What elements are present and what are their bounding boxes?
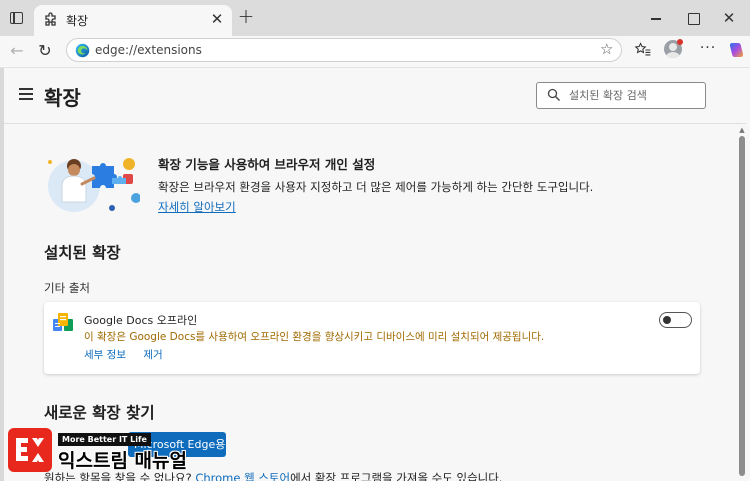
- scrollbar[interactable]: ▲: [738, 126, 746, 481]
- scroll-thumb[interactable]: [739, 136, 745, 476]
- title-bar: 확장 ✕ + ✕: [0, 0, 750, 36]
- extension-name: Google Docs 오프라인: [84, 314, 198, 327]
- new-tab-button[interactable]: +: [236, 6, 256, 27]
- address-bar[interactable]: edge://extensions ☆: [66, 38, 622, 62]
- extension-toggle[interactable]: [659, 312, 692, 328]
- tab-extensions[interactable]: 확장 ✕: [34, 5, 232, 36]
- page-header: 확장: [4, 68, 746, 124]
- favorites-icon[interactable]: [634, 41, 652, 59]
- address-text: edge://extensions: [95, 43, 202, 57]
- search-icon: [547, 88, 560, 101]
- other-sources-label: 기타 출처: [44, 281, 90, 295]
- minimize-button[interactable]: [643, 8, 669, 28]
- search-input[interactable]: [569, 87, 699, 104]
- watermark-logo: [8, 428, 52, 472]
- promo-description-text: 확장은 브라우저 환경을 사용자 지정하고 더 많은 제어를 가능하게 하는 간…: [158, 180, 594, 194]
- star-icon[interactable]: ☆: [600, 40, 613, 58]
- watermark-badge: More Better IT Life: [58, 433, 151, 446]
- watermark-logo-icon: [16, 438, 44, 462]
- watermark-brand: 익스트림 매뉴얼: [58, 450, 187, 472]
- extensions-page: 확장 ▲ 확장 기능을 사용하여 브라우저 개인 설정 확장은 브라우저 환경을…: [4, 68, 750, 481]
- tab-title: 확장: [66, 14, 89, 28]
- scroll-up-icon[interactable]: ▲: [738, 126, 746, 134]
- installed-heading: 설치된 확장: [44, 244, 121, 262]
- window-close-button[interactable]: ✕: [716, 8, 742, 28]
- promo-title: 확장 기능을 사용하여 브라우저 개인 설정: [158, 157, 376, 172]
- learn-more-link[interactable]: 자세히 알아보기: [158, 200, 236, 214]
- extensions-illustration: [48, 158, 140, 212]
- more-icon[interactable]: ···: [697, 40, 719, 62]
- extension-links: 세부 정보 제거: [84, 347, 177, 362]
- promo-description: 확장은 브라우저 환경을 사용자 지정하고 더 많은 제어를 가능하게 하는 간…: [158, 177, 598, 217]
- details-link[interactable]: 세부 정보: [84, 349, 126, 361]
- notification-dot: [677, 39, 683, 45]
- find-extensions-heading: 새로운 확장 찾기: [44, 404, 155, 422]
- extension-card: Google Docs 오프라인 이 확장은 Google Docs를 사용하여…: [44, 302, 700, 374]
- google-docs-offline-icon: [53, 313, 73, 331]
- edge-logo-icon: [75, 43, 90, 58]
- chrome-web-store-link[interactable]: Chrome 웹 스토어: [195, 471, 290, 481]
- back-button[interactable]: ←: [6, 40, 28, 62]
- puzzle-icon: [45, 12, 56, 26]
- tab-close-icon[interactable]: ✕: [208, 9, 226, 29]
- remove-link[interactable]: 제거: [143, 349, 162, 361]
- maximize-button[interactable]: [680, 8, 706, 28]
- menu-icon[interactable]: [19, 88, 35, 100]
- copilot-icon[interactable]: [727, 41, 745, 59]
- toggle-knob: [663, 315, 671, 324]
- page-title: 확장: [44, 86, 81, 110]
- toolbar: ← ↻ edge://extensions ☆ ···: [0, 36, 750, 68]
- extension-description: 이 확장은 Google Docs를 사용하여 오프라인 환경을 향상시키고 디…: [84, 331, 545, 343]
- tab-actions-icon[interactable]: [6, 8, 28, 28]
- reload-button[interactable]: ↻: [34, 40, 56, 62]
- search-box[interactable]: [536, 82, 706, 109]
- find-text-after: 에서 확장 프로그램을 가져올 수도 있습니다.: [290, 471, 503, 481]
